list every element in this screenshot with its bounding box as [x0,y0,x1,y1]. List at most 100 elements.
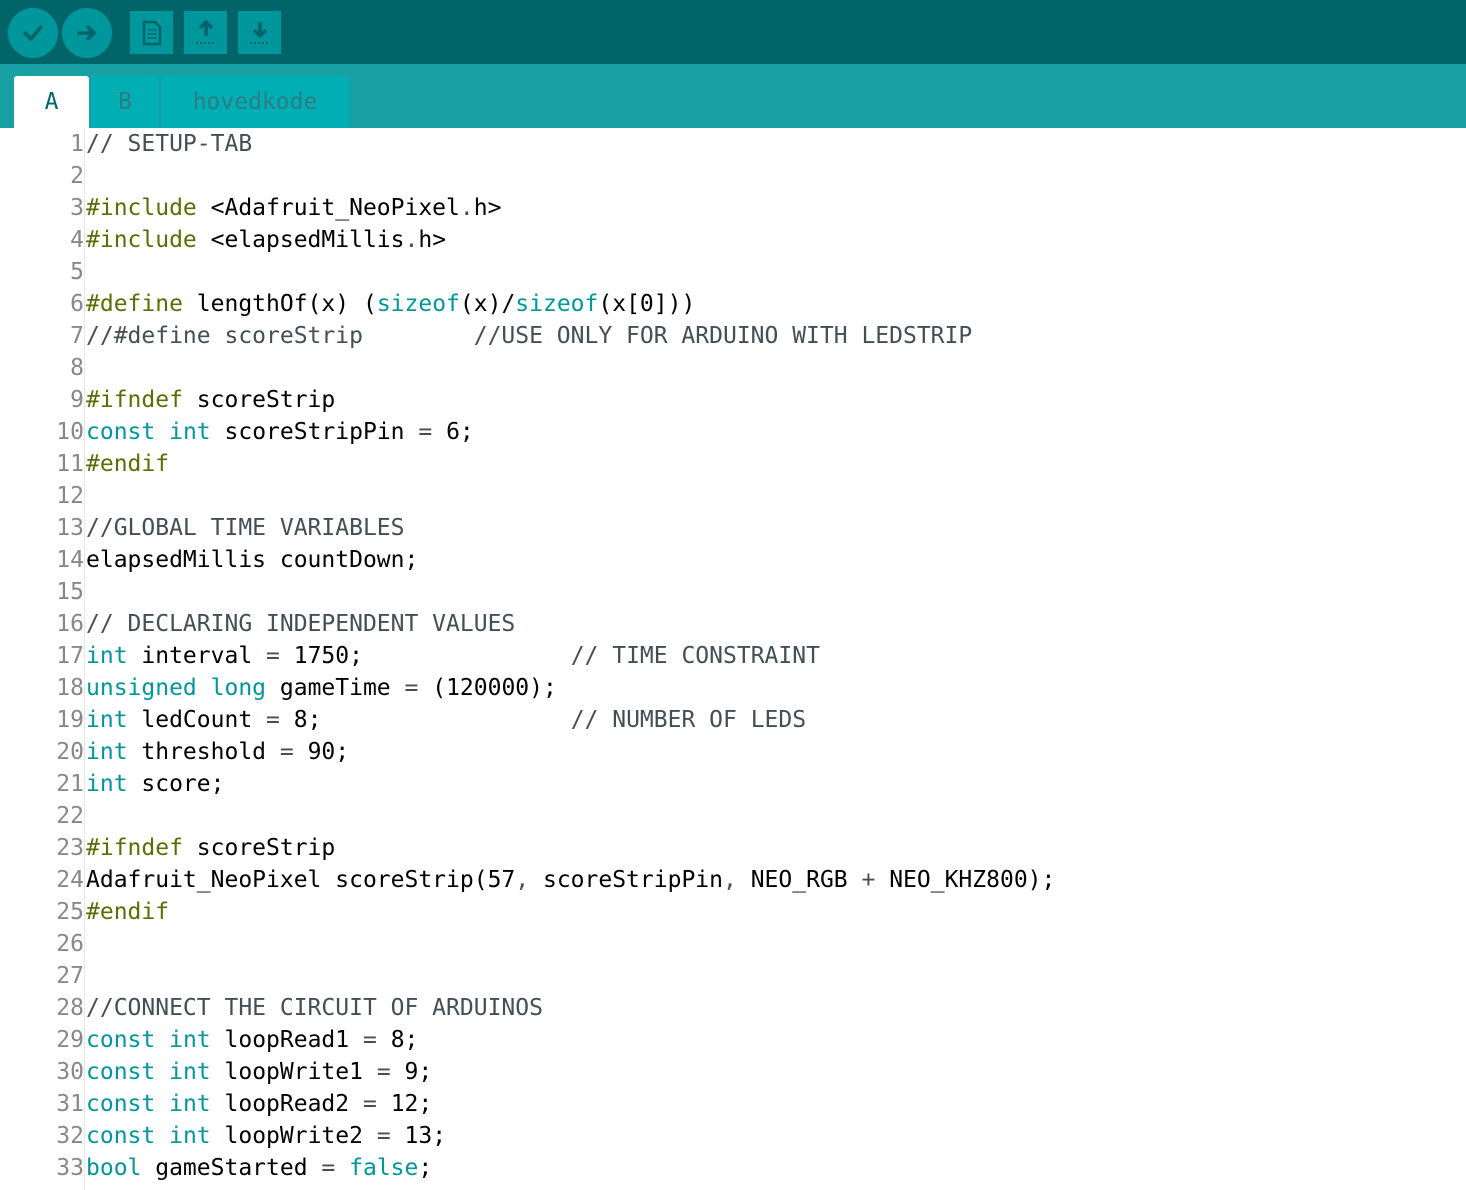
code-token: , [515,867,530,893]
code-line[interactable]: // DECLARING INDEPENDENT VALUES [86,608,515,640]
code-line[interactable]: Adafruit_NeoPixel scoreStrip(57, scoreSt… [86,864,1055,896]
line-number: 29 [56,1027,84,1053]
line-number: 13 [56,515,84,541]
line-number: 11 [56,451,84,477]
verify-button[interactable] [8,8,58,58]
code-line[interactable]: const int loopWrite1 = 9; [86,1056,432,1088]
save-down-arrow-icon [249,21,270,44]
toolbar [0,0,1466,64]
code-editor[interactable]: 1 2 3 4 5 6 7 8 9 10 11 12 13 14 15 16 17 18 19 20 21 22 23 24 2… [0,128,1466,1190]
code-line[interactable]: elapsedMillis countDown; [86,544,418,576]
code-token: elapsedMillis countDown; [86,547,419,573]
code-token: (x[0])) [598,291,696,317]
code-token: Adafruit_NeoPixel scoreStrip(57 [86,867,516,893]
tab-label: B [118,89,132,115]
code-token: 8; [279,707,571,733]
new-file-icon [142,20,161,45]
line-number: 12 [56,483,84,509]
line-number: 17 [56,643,84,669]
code-token: const [86,1123,156,1149]
code-token: gameTime [266,675,405,701]
code-line[interactable]: const int loopWrite2 = 13; [86,1120,446,1152]
code-token: // DECLARING INDEPENDENT VALUES [86,611,516,637]
tab-a[interactable]: A [14,76,89,128]
code-token: threshold [127,739,280,765]
gutter-divider [84,128,85,1190]
line-number: 6 [70,291,84,317]
code-line[interactable]: //CONNECT THE CIRCUIT OF ARDUINOS [86,992,543,1024]
code-line[interactable]: #endif [86,448,169,480]
code-token: // NUMBER OF LEDS [570,707,807,733]
code-token: const [86,419,156,445]
new-button[interactable] [130,11,173,54]
code-token: false [349,1155,419,1181]
line-number: 30 [56,1059,84,1085]
tab-hovedkode[interactable]: hovedkode [161,76,349,128]
code-line[interactable]: //GLOBAL TIME VARIABLES [86,512,405,544]
code-line[interactable]: #include <elapsedMillis.h> [86,224,446,256]
code-token: #include [86,195,197,221]
code-token: //#define scoreStrip //USE ONLY FOR ARDU… [86,323,973,349]
line-number: 7 [70,323,84,349]
code-token: (x)/ [459,291,516,317]
code-line[interactable]: int score; [86,768,224,800]
code-token: // TIME CONSTRAINT [570,643,820,669]
code-token: int [86,707,128,733]
code-token: #ifndef [86,387,183,413]
code-line[interactable]: unsigned long gameTime = (120000); [86,672,557,704]
arrow-right-icon [77,25,96,41]
code-token: = [404,675,419,701]
code-line[interactable]: #ifndef scoreStrip [86,384,335,416]
code-line[interactable]: const int loopRead2 = 12; [86,1088,432,1120]
code-token: . [459,195,474,221]
code-line[interactable]: int threshold = 90; [86,736,349,768]
code-token: 9; [390,1059,433,1085]
code-line[interactable]: #ifndef scoreStrip [86,832,335,864]
line-number: 31 [56,1091,84,1117]
code-token: int [169,1123,211,1149]
code-token: 13; [390,1123,447,1149]
code-token: , [723,867,737,893]
code-token: 6; [432,419,474,445]
code-area[interactable]: // SETUP-TAB #include <Adafruit_NeoPixel.… [86,128,1446,1190]
code-line[interactable]: #endif [86,896,169,928]
code-token: = [266,707,280,733]
code-token: // SETUP-TAB [86,131,253,157]
code-token: <Adafruit_NeoPixel [196,195,460,221]
code-token: bool [86,1155,142,1181]
checkmark-icon [23,25,43,41]
code-token: //GLOBAL TIME VARIABLES [86,515,405,541]
line-number: 3 [70,195,84,221]
code-line[interactable]: #include <Adafruit_NeoPixel.h> [86,192,501,224]
line-number: 15 [56,579,84,605]
code-token: 1750; [279,643,571,669]
code-line[interactable]: const int scoreStripPin = 6; [86,416,474,448]
line-number: 20 [56,739,84,765]
code-token: #ifndef [86,835,183,861]
upload-button[interactable] [62,8,112,58]
code-token: #endif [86,899,170,925]
line-number: 2 [70,163,84,189]
code-line[interactable]: bool gameStarted = false; [86,1152,432,1184]
code-line[interactable]: #define lengthOf(x) (sizeof(x)/sizeof(x[… [86,288,695,320]
code-token: = [376,1059,391,1085]
code-token: loopWrite2 [210,1123,377,1149]
line-number: 18 [56,675,84,701]
code-token: lengthOf(x) ( [182,291,377,317]
line-number: 24 [56,867,84,893]
code-token: #define [86,291,183,317]
code-line[interactable]: int ledCount = 8; // NUMBER OF LEDS [86,704,806,736]
code-token: loopRead1 [210,1027,363,1053]
open-button[interactable] [184,11,227,54]
code-token: sizeof [515,291,599,317]
code-line[interactable]: const int loopRead1 = 8; [86,1024,418,1056]
code-line[interactable]: //#define scoreStrip //USE ONLY FOR ARDU… [86,320,972,352]
code-token: scoreStripPin [210,419,419,445]
save-button[interactable] [238,11,281,54]
code-line[interactable]: // SETUP-TAB [86,128,252,160]
tab-b[interactable]: B [91,76,159,128]
code-line[interactable]: int interval = 1750; // TIME CONSTRAINT [86,640,820,672]
line-number: 21 [56,771,84,797]
